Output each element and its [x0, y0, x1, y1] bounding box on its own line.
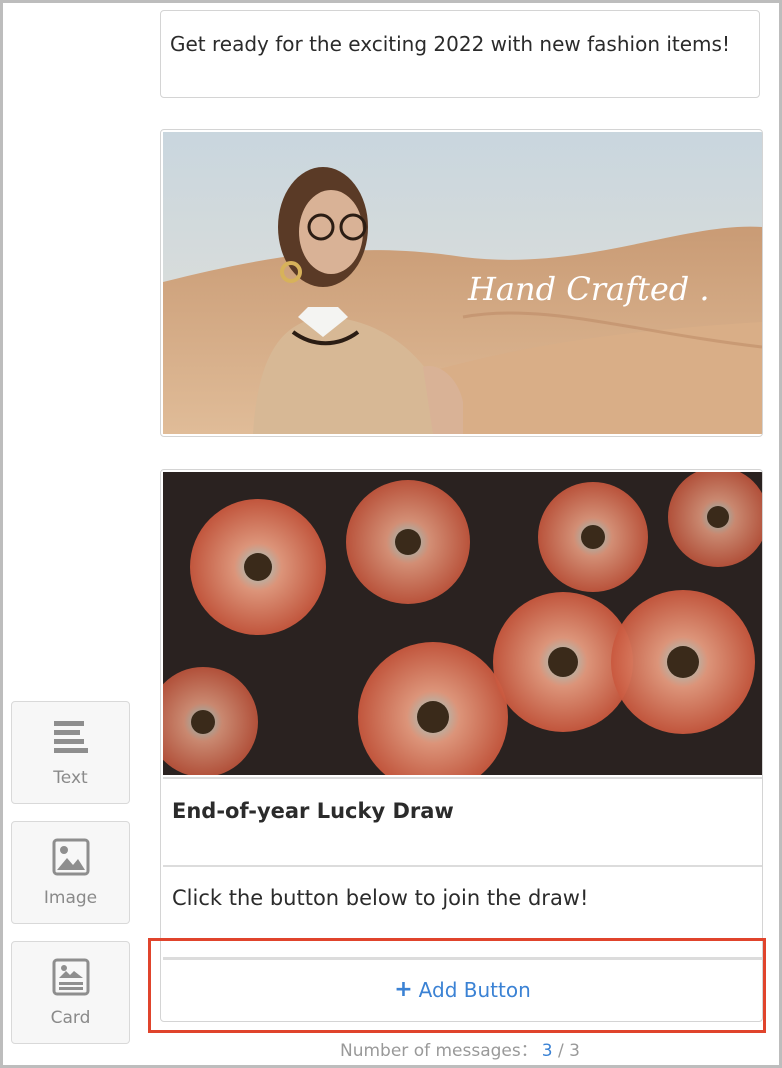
text-lines-icon — [53, 720, 88, 753]
tool-label-image: Image — [43, 887, 98, 908]
counter-label: Number of messages： — [340, 1041, 538, 1061]
counter-current: 3 — [541, 1041, 553, 1061]
counter-separator: / — [557, 1041, 564, 1061]
hand-crafted-overlay-text: Hand Crafted . — [467, 270, 710, 308]
text-message-bubble[interactable]: Get ready for the exciting 2022 with new… — [160, 10, 760, 98]
card-icon — [52, 958, 89, 995]
add-image-tool-button[interactable]: Image — [11, 821, 130, 924]
tool-label-text: Text — [53, 767, 88, 788]
image-icon — [52, 838, 89, 875]
fashion-photo: Hand Crafted . — [163, 132, 762, 434]
card-message[interactable]: End-of-year Lucky Draw Click the button … — [160, 469, 763, 1022]
tool-label-card: Card — [50, 1007, 91, 1028]
text-message-content: Get ready for the exciting 2022 with new… — [170, 32, 730, 56]
counter-total: 3 — [569, 1041, 580, 1061]
add-button[interactable]: + Add Button — [163, 958, 762, 1019]
add-card-tool-button[interactable]: Card — [11, 941, 130, 1044]
flowers-photo — [163, 472, 762, 775]
card-title[interactable]: End-of-year Lucky Draw — [163, 777, 762, 867]
card-description[interactable]: Click the button below to join the draw! — [163, 869, 762, 959]
image-message-bubble[interactable]: Hand Crafted . — [160, 129, 763, 437]
message-counter: Number of messages： 3 / 3 — [340, 1036, 580, 1061]
plus-icon: + — [394, 977, 413, 1002]
add-text-tool-button[interactable]: Text — [11, 701, 130, 804]
add-button-label: Add Button — [418, 977, 531, 1002]
